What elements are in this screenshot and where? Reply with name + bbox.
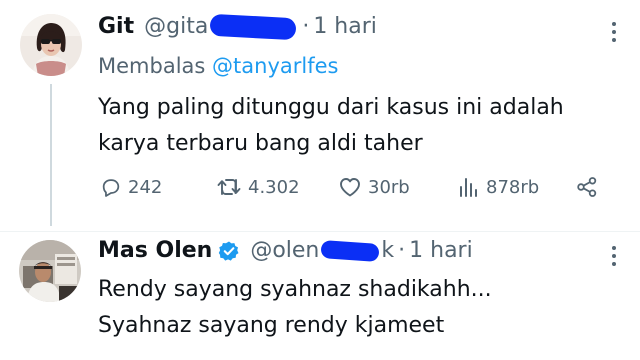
heart-icon [338, 176, 362, 198]
replying-to: Membalas @tanyarlfes [98, 54, 338, 78]
tweet-text: Yang paling ditunggu dari kasus ini adal… [98, 90, 564, 162]
reply-mention-link[interactable]: @tanyarlfes [212, 54, 338, 78]
user-handle-suffix[interactable]: k [381, 238, 394, 263]
separator-dot: · [398, 238, 406, 263]
bar-chart-icon [458, 176, 480, 198]
timestamp[interactable]: 1 hari [313, 14, 377, 39]
avatar[interactable] [20, 14, 82, 76]
thread-line [50, 84, 52, 226]
tweet-reply-git[interactable]: Git @gita · 1 hari Membalas @tanyarlfes … [0, 0, 640, 232]
tweet-text-line: Yang paling ditunggu dari kasus ini adal… [98, 95, 564, 120]
like-count: 30rb [368, 176, 410, 198]
tweet-text: Rendy sayang syahnaz shadikahh... Syahna… [98, 272, 492, 344]
action-bar: 242 4.302 30rb 878rb [100, 176, 610, 206]
more-options-icon[interactable] [612, 22, 618, 42]
user-handle[interactable]: @gita [144, 14, 208, 39]
separator-dot: · [302, 14, 310, 39]
retweet-button[interactable]: 4.302 [216, 176, 300, 198]
more-options-icon[interactable] [612, 246, 618, 266]
tweet-text-line: Rendy sayang syahnaz shadikahh... [98, 277, 492, 302]
tweet-header: Mas Olen @olen k · 1 hari [98, 238, 473, 263]
reply-count: 242 [128, 176, 163, 198]
share-button[interactable] [576, 176, 598, 198]
like-button[interactable]: 30rb [338, 176, 410, 198]
reply-button[interactable]: 242 [100, 176, 162, 198]
retweet-count: 4.302 [248, 176, 300, 198]
user-handle[interactable]: @olen [250, 238, 319, 263]
replying-to-label: Membalas [98, 54, 206, 78]
tweet-reply-mas-olen[interactable]: Mas Olen @olen k · 1 hari Rendy sayang s… [0, 232, 640, 360]
tweet-text-line: Syahnaz sayang rendy kjameet [98, 313, 445, 338]
display-name[interactable]: Mas Olen [98, 238, 212, 263]
share-nodes-icon [576, 176, 598, 198]
views-count: 878rb [486, 176, 540, 198]
retweet-arrows-icon [216, 176, 242, 198]
redaction-mark [320, 239, 380, 262]
display-name[interactable]: Git [98, 14, 134, 39]
avatar[interactable] [19, 240, 81, 302]
redaction-mark [209, 13, 297, 40]
timestamp[interactable]: 1 hari [409, 238, 473, 263]
speech-bubble-icon [100, 176, 122, 198]
tweet-text-line: karya terbaru bang aldi taher [98, 131, 423, 156]
tweet-header: Git @gita · 1 hari [98, 13, 377, 40]
verified-badge-icon [218, 240, 240, 262]
views-button[interactable]: 878rb [458, 176, 539, 198]
